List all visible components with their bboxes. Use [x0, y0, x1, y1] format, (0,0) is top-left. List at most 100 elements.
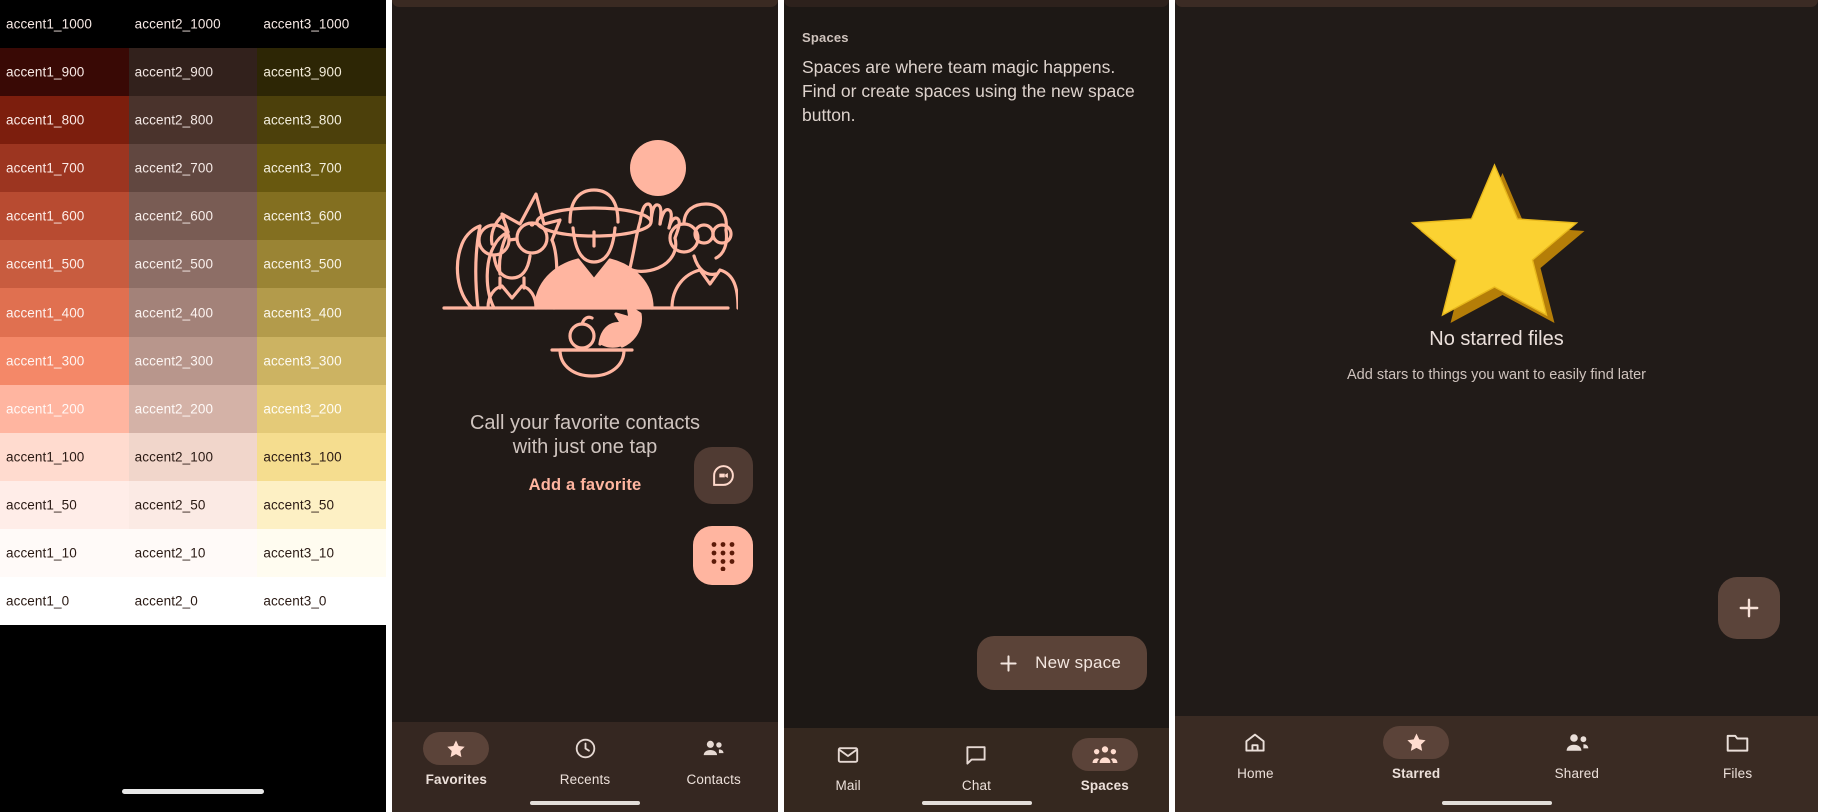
folder-icon: [1725, 731, 1750, 754]
palette-swatch: accent2_0: [128, 576, 258, 626]
gesture-handle[interactable]: [1441, 801, 1552, 805]
palette-swatch: accent1_500: [0, 240, 129, 289]
nav-pill-chat: [943, 738, 1009, 771]
gold-star-illustration: [1394, 155, 1599, 330]
gesture-handle[interactable]: [122, 789, 264, 794]
palette-swatch-label: accent1_50: [6, 497, 77, 513]
contacts-icon: [701, 736, 726, 761]
palette-swatch: accent3_500: [257, 240, 386, 289]
gesture-handle[interactable]: [921, 801, 1032, 805]
nav-label-recents: Recents: [559, 772, 611, 787]
palette-swatch-label: accent1_0: [6, 593, 70, 609]
nav-item-starred[interactable]: Starred: [1336, 716, 1497, 781]
palette-swatch: accent2_10: [128, 528, 258, 577]
palette-swatch-label: accent3_1000: [263, 16, 350, 32]
palette-swatch: accent2_50: [128, 480, 258, 529]
palette-row: accent1_100 accent2_100 accent3_100: [0, 432, 386, 481]
nav-item-recents[interactable]: Recents: [521, 722, 650, 787]
palette-swatch: accent3_900: [257, 48, 386, 97]
palette-swatch: accent2_900: [128, 48, 258, 97]
palette-swatch: accent1_900: [0, 48, 129, 97]
favorites-illustration: [432, 128, 738, 380]
palette-row: accent1_700 accent2_700 accent3_700: [0, 144, 386, 193]
drive-starred-panel: No starred files Add stars to things you…: [1175, 0, 1818, 812]
palette-swatch-label: accent3_200: [263, 400, 342, 416]
spaces-description: Spaces are where team magic happens. Fin…: [802, 57, 1135, 125]
palette-swatch-label: accent1_600: [6, 208, 85, 224]
palette-swatch-label: accent3_50: [263, 497, 335, 513]
video-call-icon: [711, 463, 736, 488]
palette-swatch: accent1_1000: [0, 0, 129, 49]
nav-pill-favorites: [423, 732, 490, 765]
palette-swatch: accent3_1000: [257, 0, 386, 49]
video-call-fab[interactable]: [694, 447, 753, 504]
nav-label-spaces: Spaces: [1080, 778, 1129, 793]
palette-swatch: accent2_300: [128, 336, 258, 385]
nav-item-shared[interactable]: Shared: [1497, 716, 1658, 781]
palette-swatch-label: accent3_600: [263, 208, 342, 224]
palette-swatch-label: accent3_900: [263, 64, 342, 80]
palette-swatch-label: accent2_900: [134, 64, 214, 80]
phone-favorites-panel: Call your favorite contacts with just on…: [392, 0, 778, 812]
palette-swatch-label: accent1_1000: [6, 16, 93, 32]
palette-swatch-label: accent1_200: [6, 400, 85, 416]
nav-label-files: Files: [1722, 766, 1753, 781]
new-space-button[interactable]: New space: [977, 636, 1147, 690]
palette-swatch-label: accent3_100: [263, 448, 342, 464]
nav-item-home[interactable]: Home: [1175, 716, 1336, 781]
nav-label-home: Home: [1237, 766, 1274, 781]
plus-icon: [1736, 595, 1762, 621]
palette-swatch: accent2_400: [128, 288, 258, 337]
nav-pill-spaces: [1071, 738, 1138, 771]
palette-swatch: accent1_400: [0, 288, 129, 337]
color-palette-panel: accent1_1000 accent2_1000 accent3_1000 acce…: [0, 0, 386, 812]
system-navigation-bar: [0, 625, 386, 812]
palette-swatch-label: accent2_1000: [134, 16, 221, 32]
palette-swatch-label: accent2_10: [134, 545, 206, 561]
nav-pill-starred: [1383, 726, 1450, 759]
gesture-handle[interactable]: [530, 801, 640, 805]
nav-label-chat: Chat: [961, 778, 992, 793]
palette-swatch: accent1_800: [0, 96, 129, 145]
nav-pill-home: [1222, 726, 1288, 759]
palette-swatch: accent3_300: [257, 336, 386, 385]
app-bar-cap: [1175, 0, 1818, 7]
home-icon: [1243, 731, 1267, 755]
palette-swatch-label: accent3_10: [263, 545, 335, 561]
palette-row: accent1_50 accent2_50 accent3_50: [0, 480, 386, 529]
palette-row: accent1_200 accent2_200 accent3_200: [0, 384, 386, 433]
nav-item-favorites[interactable]: Favorites: [392, 722, 521, 787]
palette-swatch-label: accent3_500: [263, 256, 342, 272]
palette-swatch: accent3_100: [257, 432, 386, 481]
nav-item-mail[interactable]: Mail: [784, 728, 912, 793]
chat-spaces-panel: Spaces Spaces are where team magic happe…: [784, 0, 1169, 812]
phone-bottom-navigation: Favorites Recents Contacts: [392, 722, 778, 812]
palette-swatch-label: accent1_300: [6, 352, 85, 368]
palette-swatch: accent3_700: [257, 144, 386, 193]
shared-people-icon: [1564, 731, 1590, 755]
palette-grid: accent1_1000 accent2_1000 accent3_1000 acce…: [0, 0, 386, 626]
nav-item-chat[interactable]: Chat: [912, 728, 1040, 793]
palette-swatch: accent3_400: [257, 288, 386, 337]
chat-bottom-navigation: Mail Chat Spaces: [784, 728, 1169, 812]
nav-pill-mail: [815, 738, 881, 771]
palette-row: accent1_400 accent2_400 accent3_400: [0, 288, 386, 337]
palette-swatch-label: accent1_400: [6, 304, 85, 320]
nav-label-shared: Shared: [1554, 766, 1600, 781]
palette-swatch: accent3_0: [257, 576, 386, 626]
dialpad-icon: [710, 541, 736, 571]
palette-row: accent1_1000 accent2_1000 accent3_1000: [0, 0, 386, 49]
nav-item-spaces[interactable]: Spaces: [1041, 728, 1169, 793]
palette-swatch-label: accent1_800: [6, 112, 85, 128]
palette-row: accent1_10 accent2_10 accent3_10: [0, 528, 386, 577]
nav-item-files[interactable]: Files: [1657, 716, 1818, 781]
palette-row: accent1_300 accent2_300 accent3_300: [0, 336, 386, 385]
palette-swatch-label: accent2_100: [134, 448, 214, 464]
create-fab[interactable]: [1718, 577, 1780, 639]
palette-swatch: accent1_10: [0, 528, 129, 577]
nav-item-contacts[interactable]: Contacts: [649, 722, 778, 787]
dialpad-fab[interactable]: [693, 526, 753, 585]
palette-swatch-label: accent3_700: [263, 160, 342, 176]
drive-bottom-navigation: Home Starred Shared Files: [1175, 716, 1818, 812]
palette-swatch-label: accent1_10: [6, 545, 77, 561]
